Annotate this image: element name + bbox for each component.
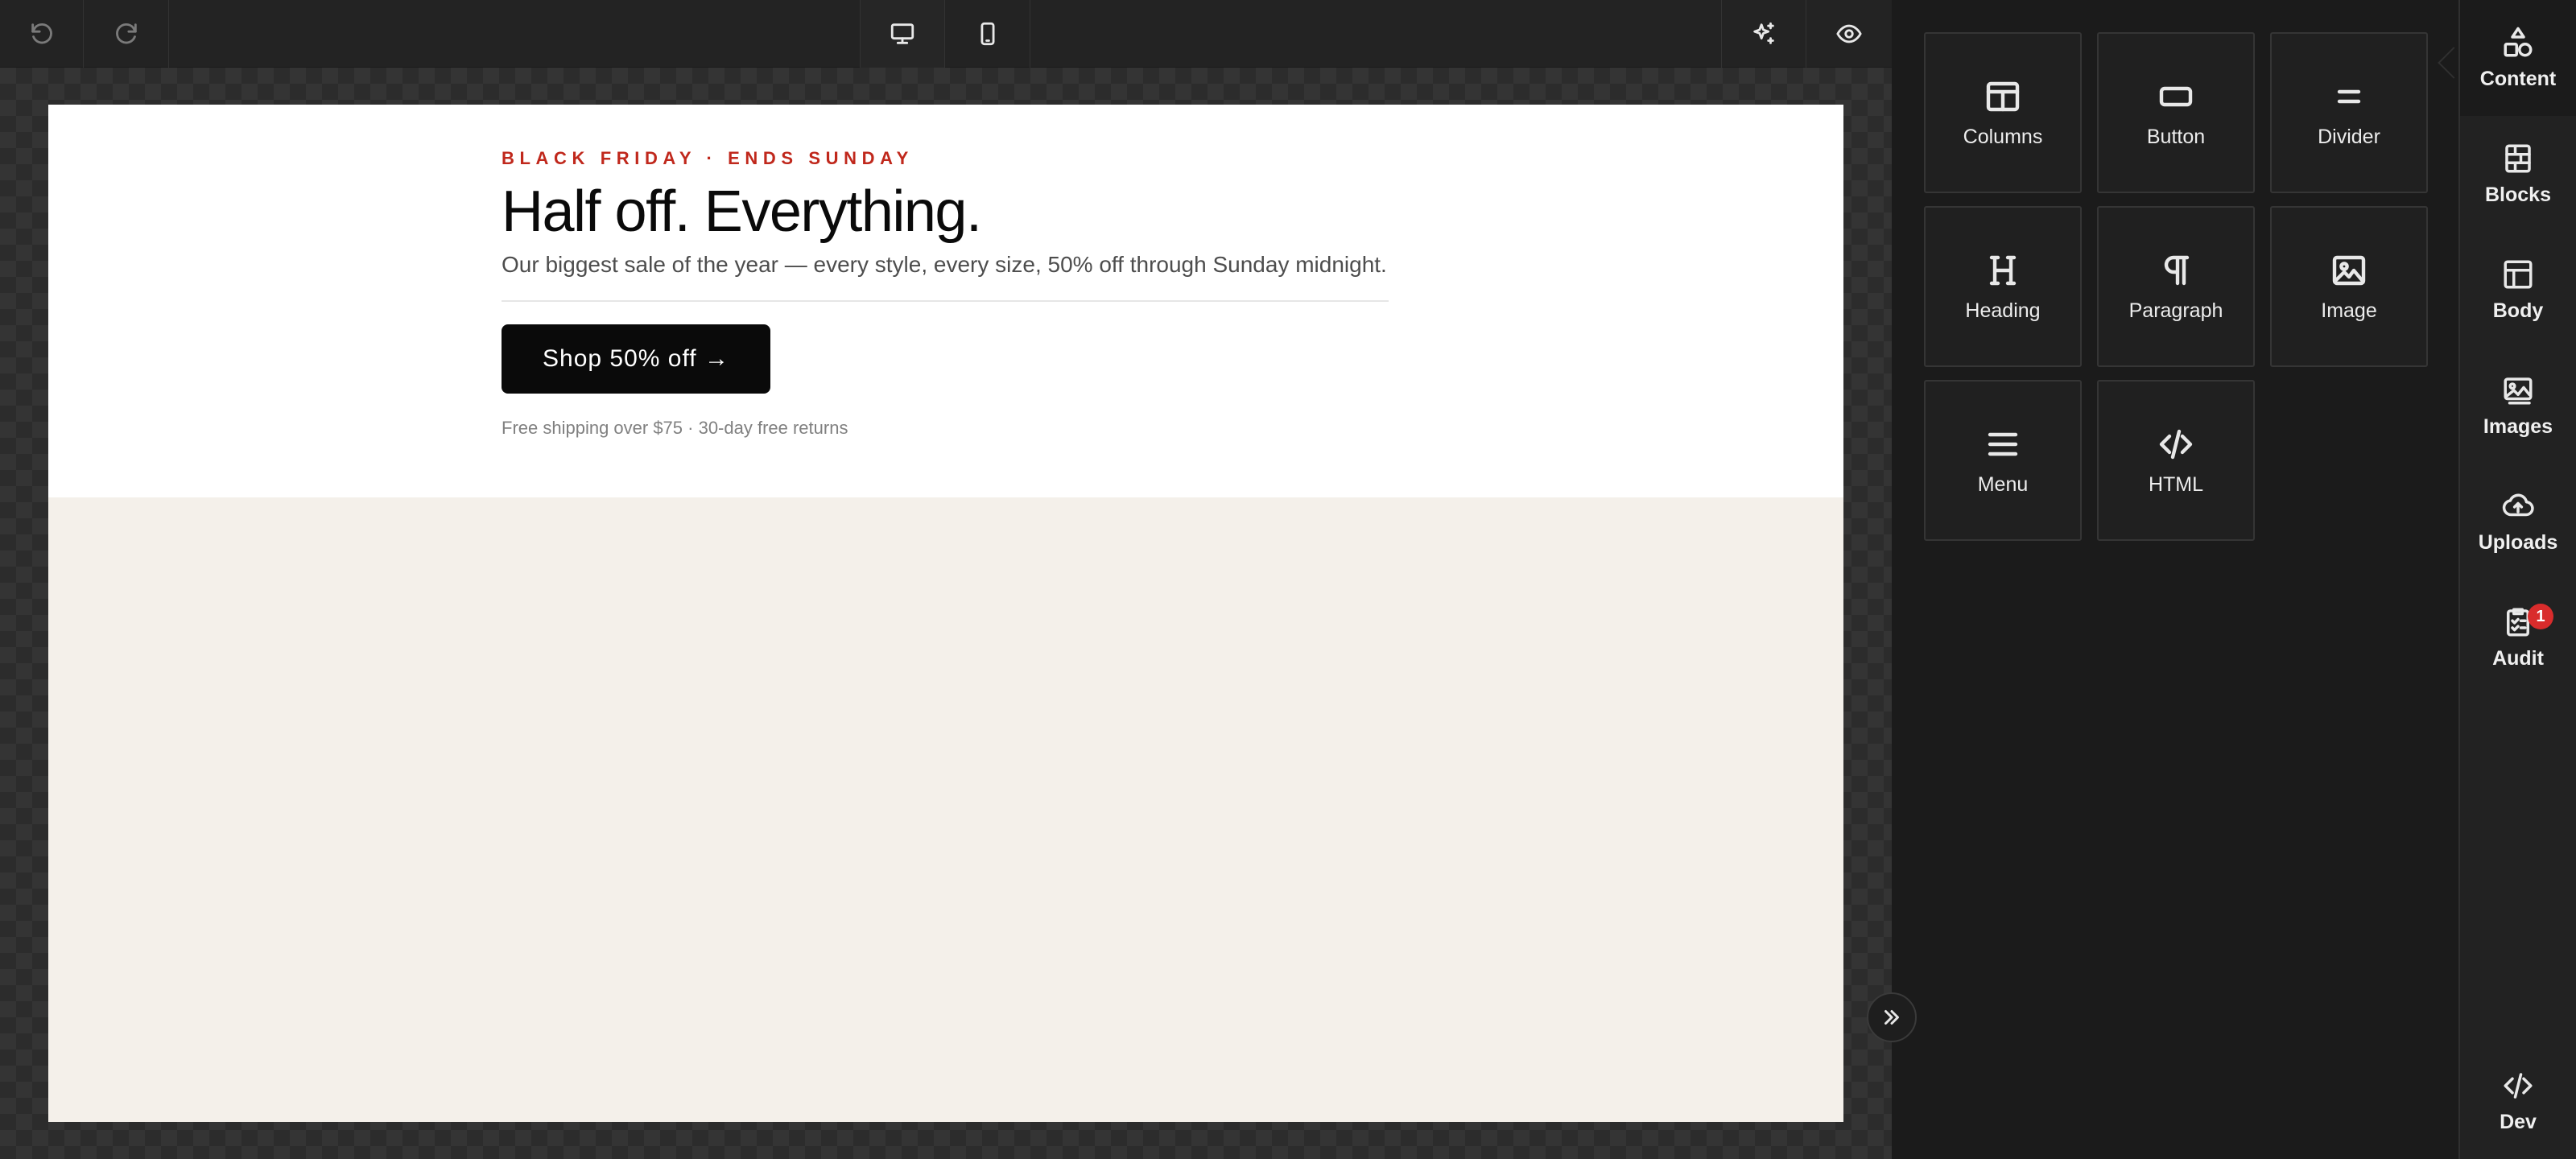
button-icon xyxy=(2159,86,2193,106)
shapes-icon xyxy=(2504,27,2533,56)
editor-toolbar xyxy=(0,0,1892,68)
desktop-view-button[interactable] xyxy=(860,0,945,68)
tile-label: Menu xyxy=(1977,472,2029,496)
undo-icon xyxy=(31,23,52,44)
hero-content: BLACK FRIDAY · ENDS SUNDAY Half off. Eve… xyxy=(502,148,1440,439)
desktop-icon xyxy=(890,23,914,44)
email-canvas[interactable]: BLACK FRIDAY · ENDS SUNDAY Half off. Eve… xyxy=(48,105,1843,1122)
nav-item-audit[interactable]: Audit 1 xyxy=(2460,580,2576,695)
cloud-upload-icon xyxy=(2502,493,2534,516)
tile-html[interactable]: HTML xyxy=(2097,380,2255,541)
nav-item-images[interactable]: Images xyxy=(2460,348,2576,464)
tile-menu[interactable]: Menu xyxy=(1924,380,2082,541)
chevrons-right-icon xyxy=(1885,1010,1899,1025)
images-icon xyxy=(2504,377,2533,404)
redo-button[interactable] xyxy=(84,0,169,68)
hero-section[interactable]: BLACK FRIDAY · ENDS SUNDAY Half off. Eve… xyxy=(48,105,1843,497)
code-icon xyxy=(2159,429,2193,459)
divider-icon xyxy=(2337,89,2361,103)
tile-image[interactable]: Image xyxy=(2270,206,2428,367)
nav-label: Images xyxy=(2483,415,2553,438)
sidebar-nav: Content Blocks Body Images Uploads Audit… xyxy=(2458,0,2576,1159)
preview-button[interactable] xyxy=(1806,0,1892,68)
eye-icon xyxy=(1836,24,1862,43)
image-icon xyxy=(2332,255,2366,285)
nav-item-blocks[interactable]: Blocks xyxy=(2460,116,2576,232)
content-panel: Columns Button Divider Heading Paragraph… xyxy=(1892,0,2458,1159)
blocks-icon xyxy=(2505,144,2531,172)
tile-paragraph[interactable]: Paragraph xyxy=(2097,206,2255,367)
tile-columns[interactable]: Columns xyxy=(1924,32,2082,193)
nav-label: Audit xyxy=(2492,646,2544,670)
editor-area: BLACK FRIDAY · ENDS SUNDAY Half off. Eve… xyxy=(0,0,1917,1159)
nav-label: Body xyxy=(2492,299,2544,322)
nav-label: Content xyxy=(2479,67,2557,90)
fineprint-text[interactable]: Free shipping over $75 · 30-day free ret… xyxy=(502,418,1440,439)
tile-button[interactable]: Button xyxy=(2097,32,2255,193)
mobile-view-button[interactable] xyxy=(945,0,1030,68)
nav-label: Dev xyxy=(2500,1110,2537,1133)
nav-label: Uploads xyxy=(2478,530,2558,554)
code-icon xyxy=(2504,1072,2533,1099)
layout-icon xyxy=(2504,260,2533,288)
nav-item-dev[interactable]: Dev xyxy=(2460,1043,2576,1159)
tile-label: Divider xyxy=(2318,125,2380,148)
tile-label: Image xyxy=(2321,299,2377,322)
heading-icon xyxy=(1989,255,2017,285)
tile-label: Button xyxy=(2146,125,2206,148)
collapse-panel-button[interactable] xyxy=(1867,992,1917,1042)
tile-label: Heading xyxy=(1965,299,2041,322)
tile-divider[interactable]: Divider xyxy=(2270,32,2428,193)
tile-heading[interactable]: Heading xyxy=(1924,206,2082,367)
nav-item-body[interactable]: Body xyxy=(2460,232,2576,348)
redo-icon xyxy=(115,23,137,44)
tile-label: Paragraph xyxy=(2128,299,2223,322)
paragraph-icon xyxy=(2164,255,2190,285)
nav-label: Blocks xyxy=(2485,183,2551,206)
eyebrow-text[interactable]: BLACK FRIDAY · ENDS SUNDAY xyxy=(502,148,1440,169)
mobile-icon xyxy=(980,22,994,46)
tile-label: HTML xyxy=(2148,472,2204,496)
divider-line[interactable] xyxy=(502,299,1389,302)
audit-count-badge: 1 xyxy=(2528,604,2553,629)
sparkle-icon xyxy=(1753,22,1774,44)
tile-label: Columns xyxy=(1963,125,2043,148)
nav-item-content[interactable]: Content xyxy=(2460,0,2576,116)
shop-cta-button[interactable]: Shop 50% off → xyxy=(502,324,770,394)
menu-icon xyxy=(1988,432,2018,456)
columns-icon xyxy=(1986,81,2020,111)
subheadline[interactable]: Our biggest sale of the year — every sty… xyxy=(502,252,1440,278)
headline[interactable]: Half off. Everything. xyxy=(502,179,1440,245)
ai-assist-button[interactable] xyxy=(1721,0,1806,68)
undo-button[interactable] xyxy=(0,0,84,68)
nav-item-uploads[interactable]: Uploads xyxy=(2460,464,2576,580)
